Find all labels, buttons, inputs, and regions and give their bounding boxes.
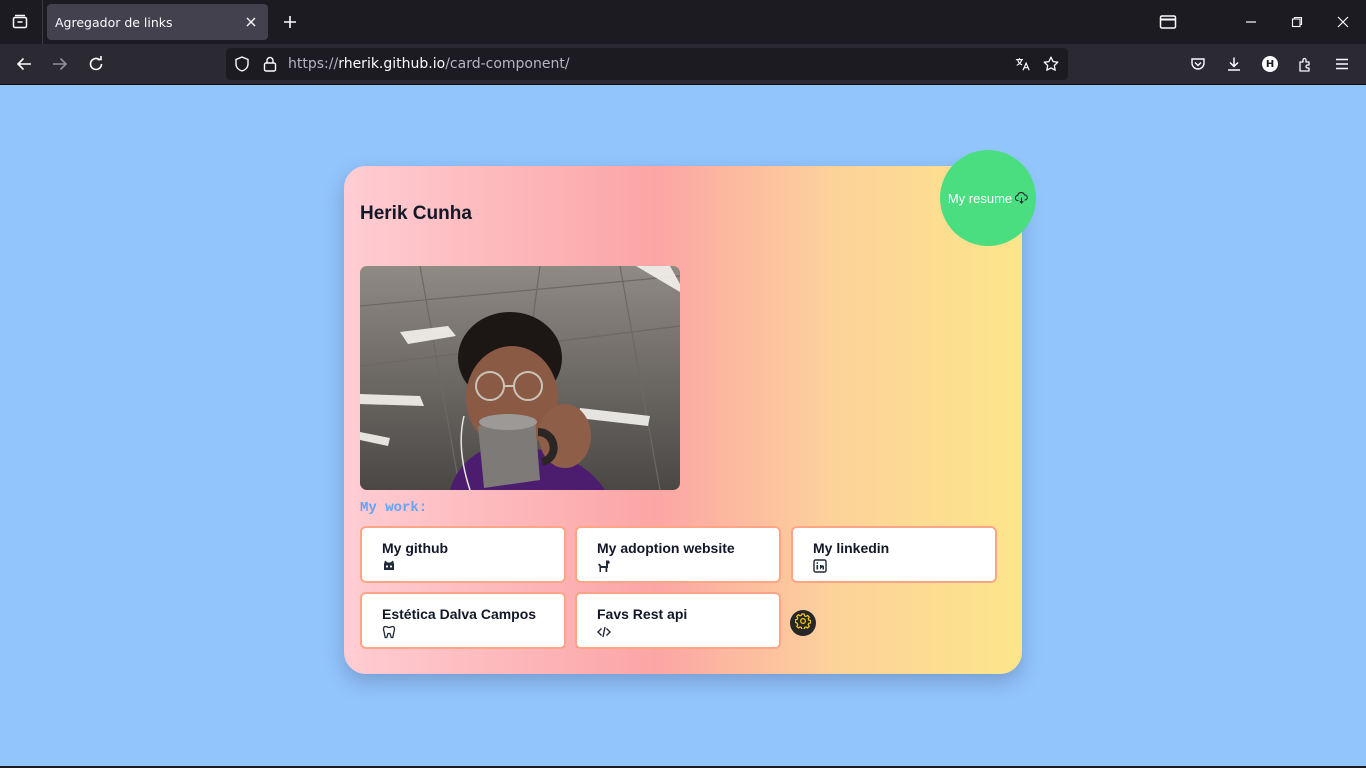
extensions-icon[interactable] bbox=[1294, 52, 1318, 76]
profile-avatar-icon[interactable]: H bbox=[1258, 52, 1282, 76]
dog-icon bbox=[597, 559, 611, 573]
resume-label: My resume bbox=[947, 190, 1013, 206]
link-card-linkedin[interactable]: My linkedin bbox=[791, 526, 997, 583]
code-icon bbox=[597, 625, 611, 639]
profile-name: Herik Cunha bbox=[360, 203, 472, 224]
cloud-download-icon bbox=[1014, 189, 1028, 208]
tab-view-icon[interactable] bbox=[1156, 10, 1180, 34]
lock-icon[interactable] bbox=[262, 56, 278, 72]
page-viewport: Herik Cunha My work: My github My adopti… bbox=[0, 85, 1366, 766]
tab-title: Agregador de links bbox=[55, 15, 173, 30]
url-host: rherik.github.io bbox=[338, 56, 446, 72]
gear-icon bbox=[794, 613, 812, 633]
tooth-icon bbox=[382, 625, 396, 639]
link-card-estetica[interactable]: Estética Dalva Campos bbox=[360, 592, 566, 649]
pocket-icon[interactable] bbox=[1186, 52, 1210, 76]
bookmark-star-icon[interactable] bbox=[1043, 56, 1059, 72]
profile-card: Herik Cunha My work: My github My adopti… bbox=[344, 166, 1022, 674]
minimize-icon[interactable] bbox=[1239, 10, 1263, 34]
profile-initial: H bbox=[1262, 56, 1278, 72]
url-text[interactable]: https://rherik.github.io/card-component/ bbox=[288, 56, 570, 72]
close-icon[interactable] bbox=[242, 13, 260, 31]
download-icon[interactable] bbox=[1222, 52, 1246, 76]
link-title: My linkedin bbox=[813, 540, 890, 556]
link-card-favs-api[interactable]: Favs Rest api bbox=[575, 592, 781, 649]
link-title: Favs Rest api bbox=[597, 606, 688, 622]
link-card-adoption[interactable]: My adoption website bbox=[575, 526, 781, 583]
tab-list-icon[interactable] bbox=[8, 10, 32, 34]
linkedin-icon bbox=[813, 559, 827, 573]
url-bar[interactable]: https://rherik.github.io/card-component/ bbox=[226, 48, 1068, 80]
profile-photo bbox=[360, 266, 680, 490]
forward-icon[interactable] bbox=[48, 52, 72, 76]
link-card-github[interactable]: My github bbox=[360, 526, 566, 583]
link-title: Estética Dalva Campos bbox=[382, 606, 537, 622]
back-icon[interactable] bbox=[12, 52, 36, 76]
reload-icon[interactable] bbox=[84, 52, 108, 76]
tab-divider bbox=[42, 0, 43, 44]
resume-button[interactable]: My resume bbox=[940, 150, 1036, 246]
restore-icon[interactable] bbox=[1285, 10, 1309, 34]
plus-icon[interactable] bbox=[279, 11, 301, 33]
browser-tab-bar: Agregador de links bbox=[0, 0, 1366, 44]
url-path: /card-component/ bbox=[445, 56, 570, 72]
browser-nav-bar: https://rherik.github.io/card-component/… bbox=[0, 44, 1366, 85]
url-scheme: https:// bbox=[288, 56, 339, 72]
github-icon bbox=[382, 559, 396, 573]
theme-toggle-button[interactable] bbox=[790, 610, 816, 636]
tracking-shield-icon[interactable] bbox=[234, 56, 250, 72]
menu-icon[interactable] bbox=[1330, 52, 1354, 76]
browser-tab[interactable]: Agregador de links bbox=[47, 4, 268, 40]
close-window-icon[interactable] bbox=[1331, 10, 1355, 34]
link-title: My github bbox=[382, 540, 449, 556]
link-title: My adoption website bbox=[597, 540, 735, 556]
work-section-label: My work: bbox=[360, 500, 428, 516]
translate-icon[interactable] bbox=[1015, 56, 1031, 72]
